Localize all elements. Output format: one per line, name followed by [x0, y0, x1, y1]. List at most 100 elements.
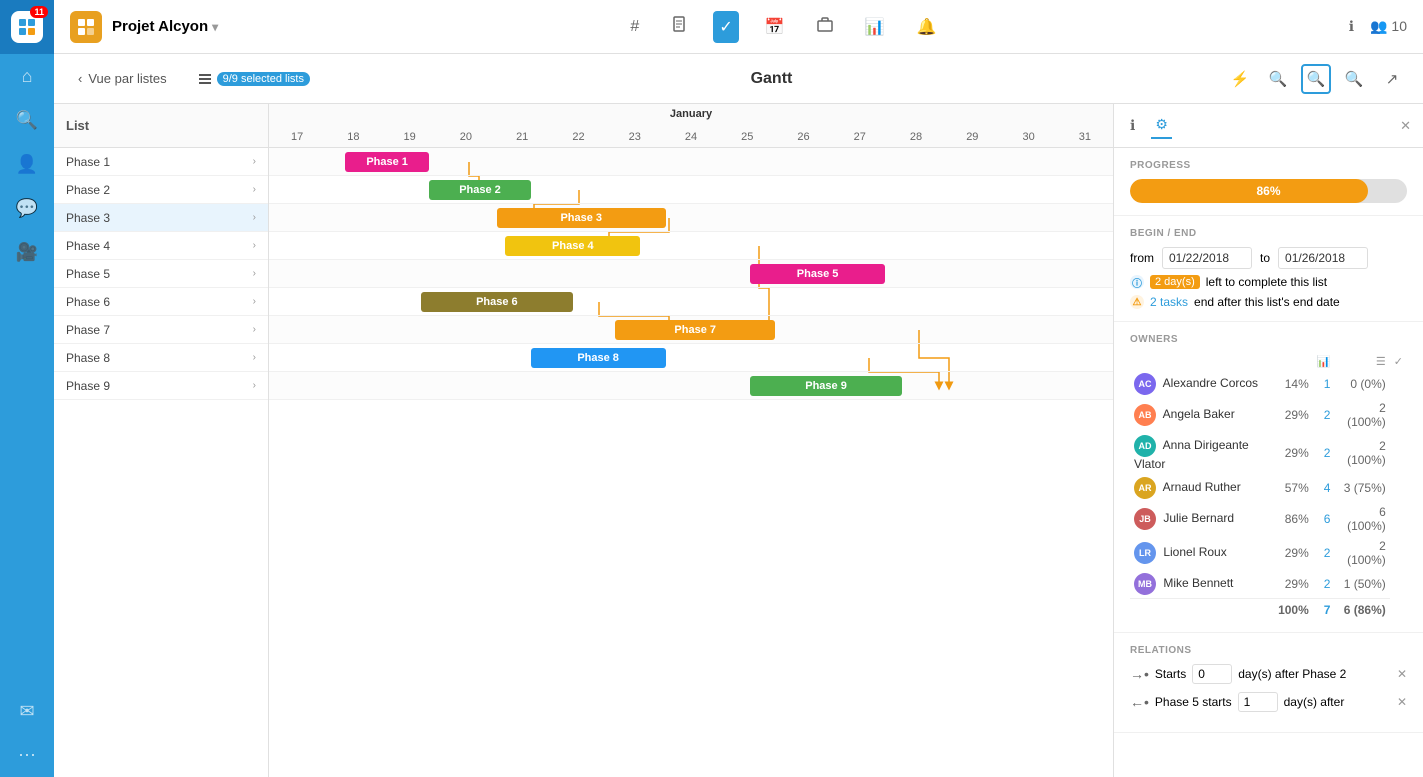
settings-tab[interactable]: ⚙: [1151, 112, 1172, 139]
more-icon[interactable]: ⋯: [0, 733, 54, 777]
right-panel-header: ℹ ⚙ ✕: [1114, 104, 1423, 148]
chart-row[interactable]: [269, 372, 1113, 400]
gantt-bar[interactable]: Phase 6: [421, 292, 573, 312]
chart-row[interactable]: [269, 288, 1113, 316]
external-link-icon[interactable]: ↗: [1377, 64, 1407, 94]
owner-name: Lionel Roux: [1163, 545, 1226, 559]
home-icon[interactable]: ⌂: [0, 54, 54, 98]
gantt-bar[interactable]: Phase 5: [750, 264, 885, 284]
search-active-icon[interactable]: 🔍: [1301, 64, 1331, 94]
zoom-out-icon[interactable]: 🔍: [1263, 64, 1293, 94]
user-count-icon[interactable]: 👥 10: [1370, 18, 1407, 35]
list-item[interactable]: Phase 5›: [54, 260, 268, 288]
owner-avatar: AR: [1134, 477, 1156, 499]
list-item[interactable]: Phase 6›: [54, 288, 268, 316]
gantt-bar[interactable]: Phase 9: [750, 376, 902, 396]
gantt-bar[interactable]: Phase 3: [497, 208, 666, 228]
warning-icon: ⚠: [1130, 295, 1144, 309]
list-item[interactable]: Phase 8›: [54, 344, 268, 372]
info-tab[interactable]: ℹ: [1126, 113, 1139, 138]
video-icon[interactable]: 🎥: [0, 230, 54, 274]
gantt-bar[interactable]: Phase 8: [531, 348, 666, 368]
to-date-input[interactable]: [1278, 247, 1368, 269]
chart-panel[interactable]: January 171819202122232425262728293031 P…: [269, 104, 1113, 777]
owner-tasks[interactable]: 2: [1313, 398, 1335, 432]
project-dropdown-icon[interactable]: ▾: [212, 20, 218, 34]
project-icon: [70, 11, 102, 43]
project-title[interactable]: Projet Alcyon ▾: [70, 11, 218, 43]
tasks-warning-link[interactable]: 2 tasks: [1150, 295, 1188, 309]
chart-row[interactable]: [269, 176, 1113, 204]
list-item[interactable]: Phase 4›: [54, 232, 268, 260]
view-label: Vue par listes: [88, 71, 166, 86]
owner-row: AD Anna Dirigeante Vlator 29% 2 2 (100%): [1130, 432, 1407, 474]
list-item[interactable]: Phase 9›: [54, 372, 268, 400]
owner-done: 2 (100%): [1334, 536, 1389, 570]
owner-tasks[interactable]: 1: [1313, 370, 1335, 398]
gantt-bar[interactable]: Phase 1: [345, 152, 429, 172]
month-label: January: [670, 108, 712, 120]
begin-end-section: BEGIN / END from to ⓘ 2 day(s) left to c…: [1114, 216, 1423, 322]
col-tasks-header: 📊: [1313, 353, 1335, 370]
day-label: 17: [269, 131, 325, 143]
user-icon[interactable]: 👤: [0, 142, 54, 186]
owner-name: Arnaud Ruther: [1163, 480, 1241, 494]
relations-section: RELATIONS →• Starts day(s) after Phase 2…: [1114, 633, 1423, 733]
bell-icon[interactable]: 🔔: [911, 11, 943, 43]
col-pct-header: [1274, 353, 1313, 370]
zoom-in-icon[interactable]: 🔍: [1339, 64, 1369, 94]
list-item-arrow: ›: [253, 184, 256, 195]
col-check-header: ✓: [1390, 353, 1407, 370]
owner-tasks[interactable]: 6: [1313, 502, 1335, 536]
gantt-bar[interactable]: Phase 2: [429, 180, 530, 200]
hash-icon[interactable]: #: [624, 12, 645, 42]
relation-remove-button[interactable]: ✕: [1397, 667, 1407, 681]
bolt-icon[interactable]: ⚡: [1225, 64, 1255, 94]
mail-icon[interactable]: ✉: [0, 689, 54, 733]
date-row: from to: [1130, 247, 1407, 269]
list-item-label: Phase 9: [66, 379, 110, 393]
owners-table: 📊 ☰ ✓ AC Alexandre Corcos 14% 1 0 (0%) A…: [1130, 353, 1407, 620]
panel-close-button[interactable]: ✕: [1400, 118, 1411, 134]
owner-tasks[interactable]: 2: [1313, 536, 1335, 570]
gantt-bar[interactable]: Phase 7: [615, 320, 775, 340]
from-date-input[interactable]: [1162, 247, 1252, 269]
list-item[interactable]: Phase 7›: [54, 316, 268, 344]
chart-row[interactable]: [269, 204, 1113, 232]
owner-tasks[interactable]: 2: [1313, 432, 1335, 474]
owner-tasks[interactable]: 2: [1313, 570, 1335, 599]
selected-lists-button[interactable]: 9/9 selected lists: [191, 68, 318, 90]
owner-tasks[interactable]: 4: [1313, 474, 1335, 502]
chat-icon[interactable]: 💬: [0, 186, 54, 230]
briefcase-icon[interactable]: [811, 10, 839, 43]
begin-end-title: BEGIN / END: [1130, 228, 1407, 239]
owner-avatar: JB: [1134, 508, 1156, 530]
owner-pct: 86%: [1274, 502, 1313, 536]
app-logo[interactable]: 11: [0, 0, 54, 54]
list-item-label: Phase 1: [66, 155, 110, 169]
info-icon[interactable]: ℹ: [1349, 18, 1354, 35]
view-lists-button[interactable]: ‹ Vue par listes: [70, 67, 175, 90]
owner-row: AR Arnaud Ruther 57% 4 3 (75%): [1130, 474, 1407, 502]
chart-icon[interactable]: 📊: [859, 11, 891, 43]
list-item[interactable]: Phase 2›: [54, 176, 268, 204]
chart-row[interactable]: [269, 344, 1113, 372]
chart-row[interactable]: [269, 260, 1113, 288]
search-icon[interactable]: 🔍: [0, 98, 54, 142]
list-item-label: Phase 3: [66, 211, 110, 225]
relation-remove-button[interactable]: ✕: [1397, 695, 1407, 709]
list-item[interactable]: Phase 1›: [54, 148, 268, 176]
relation-days-input[interactable]: [1192, 664, 1232, 684]
list-item[interactable]: Phase 3›: [54, 204, 268, 232]
doc-icon[interactable]: [665, 10, 693, 43]
owner-row: JB Julie Bernard 86% 6 6 (100%): [1130, 502, 1407, 536]
owner-pct: 14%: [1274, 370, 1313, 398]
chart-row[interactable]: [269, 232, 1113, 260]
gantt-title: Gantt: [334, 70, 1209, 88]
relation-days-input[interactable]: [1238, 692, 1278, 712]
calendar-icon[interactable]: 📅: [759, 11, 791, 43]
check-icon[interactable]: ✓: [713, 11, 738, 43]
gantt-bar[interactable]: Phase 4: [505, 236, 640, 256]
relation-row: ←• Phase 5 starts day(s) after ✕: [1130, 692, 1407, 712]
list-item-arrow: ›: [253, 324, 256, 335]
